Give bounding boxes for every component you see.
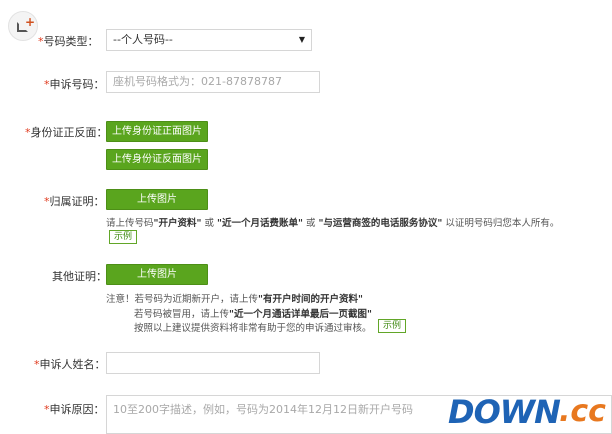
appellant-name-label: *申诉人姓名： — [34, 358, 106, 371]
watermark-logo: DOWN .cc — [448, 394, 608, 430]
appeal-number-label: *申诉号码： — [44, 78, 105, 91]
upload-other-proof-button[interactable]: 上传图片 — [106, 264, 208, 285]
caret-down-icon: ▼ — [298, 35, 305, 44]
number-type-selected-value: --个人号码-- — [113, 33, 173, 46]
upload-id-front-button[interactable]: 上传身份证正面图片 — [106, 121, 208, 142]
ownership-note: 请上传号码"开户资料" 或 "近一个月话费账单" 或 "与运营商签的电话服务协议… — [106, 218, 560, 229]
other-proof-example-link[interactable]: 示例 — [378, 319, 407, 333]
plus-icon: + — [25, 15, 36, 29]
ownership-proof-label: *归属证明： — [44, 195, 105, 208]
id-card-label: *身份证正反面： — [25, 126, 108, 139]
watermark-tld: .cc — [559, 394, 606, 429]
other-proof-note-3: 按照以上建议提供资料将非常有助于您的申诉通过审核。 — [134, 323, 372, 334]
add-box-icon[interactable]: + — [8, 11, 38, 41]
other-proof-label: 其他证明： — [52, 270, 107, 283]
appeal-number-input[interactable]: 座机号码格式为：021-87878787 — [106, 71, 320, 93]
ownership-example-link[interactable]: 示例 — [109, 230, 138, 244]
other-proof-note-1: 注意！若号码为近期新开户，请上传"有开户时间的开户资料" — [106, 294, 363, 305]
watermark-brand: DOWN — [448, 393, 561, 431]
upload-id-back-button[interactable]: 上传身份证反面图片 — [106, 149, 208, 170]
number-type-select[interactable]: --个人号码-- ▼ — [106, 29, 312, 51]
upload-ownership-button[interactable]: 上传图片 — [106, 189, 208, 210]
appeal-number-placeholder: 座机号码格式为：021-87878787 — [113, 75, 282, 88]
appellant-name-input[interactable] — [106, 352, 320, 374]
other-proof-note-2: 若号码被冒用，请上传"近一个月通话详单最后一页截图" — [134, 309, 372, 320]
appeal-reason-placeholder: 10至200字描述，例如，号码为2014年12月12日新开户号码 — [113, 403, 413, 416]
number-type-label: *号码类型： — [38, 35, 99, 48]
appeal-reason-label: *申诉原因： — [44, 403, 105, 416]
